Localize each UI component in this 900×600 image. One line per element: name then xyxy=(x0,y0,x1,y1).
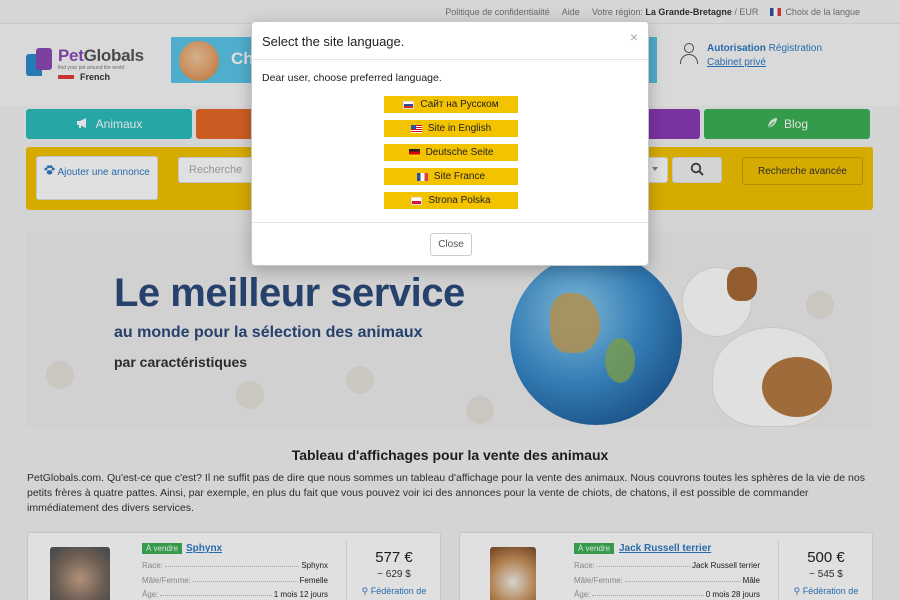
modal-title: Select the site language. xyxy=(262,34,405,49)
language-label: Сайт на Русском xyxy=(420,99,499,110)
language-button-german[interactable]: Deutsche Seite xyxy=(384,144,518,161)
close-button[interactable]: Close xyxy=(430,233,472,256)
modal-header: Select the site language. × xyxy=(252,22,648,60)
modal-message: Dear user, choose preferred language. xyxy=(262,72,442,84)
germany-flag-icon xyxy=(408,148,420,157)
usa-flag-icon xyxy=(410,124,422,133)
russia-flag-icon xyxy=(403,100,415,109)
poland-flag-icon xyxy=(411,196,423,205)
language-button-russian[interactable]: Сайт на Русском xyxy=(384,96,518,113)
language-label: Deutsche Seite xyxy=(425,147,494,158)
language-label: Site France xyxy=(433,171,486,182)
language-modal: Select the site language. × Dear user, c… xyxy=(251,21,649,266)
close-icon[interactable]: × xyxy=(630,30,638,44)
modal-body: Dear user, choose preferred language. Са… xyxy=(252,60,648,223)
language-label: Site in English xyxy=(427,123,492,134)
modal-footer: Close xyxy=(252,223,648,265)
language-button-english[interactable]: Site in English xyxy=(384,120,518,137)
language-button-french[interactable]: Site France xyxy=(384,168,518,185)
language-button-polish[interactable]: Strona Polska xyxy=(384,192,518,209)
france-flag-icon xyxy=(416,172,428,181)
language-label: Strona Polska xyxy=(428,195,491,206)
